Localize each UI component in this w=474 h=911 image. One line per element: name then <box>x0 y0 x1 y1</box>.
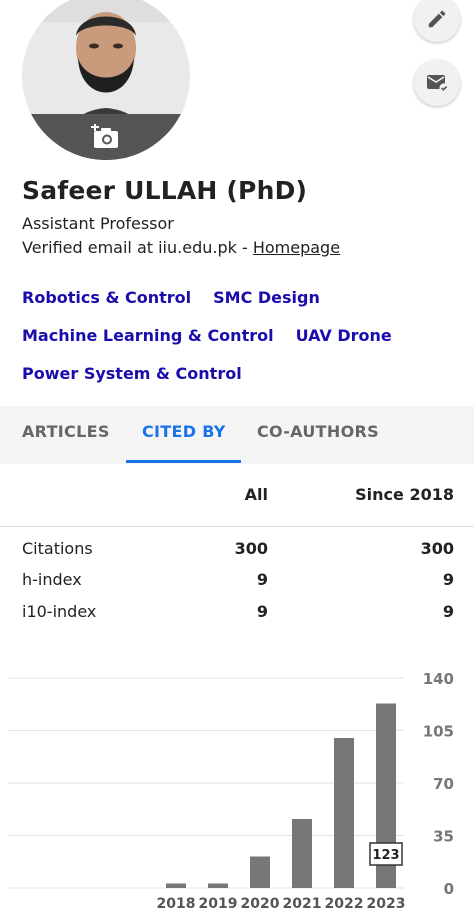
stat-since-value: 9 <box>442 602 454 621</box>
camera-add-icon[interactable] <box>91 124 121 150</box>
interest-power-system-control[interactable]: Power System & Control <box>22 364 242 383</box>
stat-all-value: 9 <box>256 602 268 621</box>
homepage-link[interactable]: Homepage <box>253 238 340 257</box>
profile-avatar[interactable] <box>22 0 190 160</box>
interest-machine-learning-control[interactable]: Machine Learning & Control <box>22 326 274 345</box>
x-tick-label: 2021 <box>283 896 322 911</box>
interest-row: Machine Learning & Control UAV Drone <box>22 316 452 354</box>
follow-email-button[interactable] <box>414 60 460 106</box>
profile-name: Safeer ULLAH (PhD) <box>22 176 308 205</box>
chart-bar <box>166 883 186 888</box>
stats-divider <box>0 526 474 527</box>
profile-tabs: ARTICLES CITED BY CO-AUTHORS <box>0 406 474 464</box>
stat-since-value: 300 <box>420 539 454 558</box>
profile-position: Assistant Professor <box>22 214 174 233</box>
x-tick-label: 2020 <box>241 896 280 911</box>
stats-row-i10-index: i10-index 9 9 <box>0 602 474 634</box>
stats-header-since: Since 2018 <box>355 485 454 504</box>
change-photo-bar[interactable] <box>22 114 190 160</box>
stat-label: h-index <box>22 570 82 589</box>
y-tick-label: 105 <box>423 723 454 741</box>
citations-bar-chart: 0 35 70 105 140 2018 2019 2020 2021 2022 2023 123 <box>8 670 454 911</box>
stats-header-all: All <box>244 485 268 504</box>
tab-co-authors[interactable]: CO-AUTHORS <box>257 406 379 464</box>
pencil-icon <box>428 10 446 28</box>
x-tick-label: 2023 <box>367 896 406 911</box>
y-tick-label: 35 <box>433 828 454 846</box>
bar-value-label: 123 <box>372 848 399 863</box>
interest-row: Power System & Control <box>22 354 452 392</box>
stat-since-value: 9 <box>442 570 454 589</box>
y-tick-label: 0 <box>444 880 454 898</box>
y-tick-label: 70 <box>433 775 454 793</box>
profile-email-line: Verified email at iiu.edu.pk - Homepage <box>22 238 340 257</box>
stat-label: i10-index <box>22 602 97 621</box>
x-tick-label: 2019 <box>199 896 238 911</box>
interest-robotics-control[interactable]: Robotics & Control <box>22 288 191 307</box>
chart-bar <box>292 819 312 888</box>
interest-smc-design[interactable]: SMC Design <box>213 288 320 307</box>
verified-email-text: Verified email at iiu.edu.pk - <box>22 238 253 257</box>
x-tick-label: 2022 <box>325 896 364 911</box>
interest-row: Robotics & Control SMC Design <box>22 278 452 316</box>
edit-profile-button[interactable] <box>414 0 460 42</box>
tab-cited-by[interactable]: CITED BY <box>142 406 226 464</box>
tab-articles[interactable]: ARTICLES <box>22 406 110 464</box>
y-tick-label: 140 <box>423 670 454 688</box>
stat-all-value: 300 <box>234 539 268 558</box>
chart-bar <box>208 883 228 888</box>
citations-chart: 0 35 70 105 140 2018 2019 2020 2021 2022 2023 123 <box>0 660 474 911</box>
chart-bar <box>250 856 270 888</box>
stat-label: Citations <box>22 539 93 558</box>
stats-row-h-index: h-index 9 9 <box>0 570 474 602</box>
stats-row-citations: Citations 300 300 <box>0 539 474 571</box>
active-tab-indicator <box>126 460 241 463</box>
x-tick-label: 2018 <box>157 896 196 911</box>
mail-check-icon <box>427 75 449 93</box>
stat-all-value: 9 <box>256 570 268 589</box>
research-interests: Robotics & Control SMC Design Machine Le… <box>22 278 452 392</box>
interest-uav-drone[interactable]: UAV Drone <box>296 326 392 345</box>
chart-bar <box>334 738 354 888</box>
